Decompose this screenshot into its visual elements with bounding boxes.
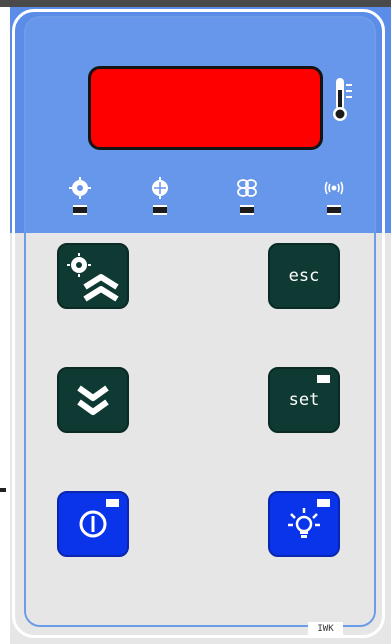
compressor-icon	[69, 177, 91, 199]
led-defrost	[153, 205, 167, 215]
power-icon	[79, 510, 107, 538]
up-compressor-icon	[67, 253, 119, 302]
power-button[interactable]	[57, 491, 129, 557]
edge-mark	[0, 488, 6, 492]
down-button[interactable]	[57, 367, 129, 433]
led-fan	[240, 205, 254, 215]
alarm-icon	[324, 181, 344, 195]
indicator-compressor	[67, 177, 93, 215]
light-button[interactable]	[268, 491, 340, 557]
temperature-display	[88, 66, 323, 150]
esc-button[interactable]: esc	[268, 243, 340, 309]
brand-tag: IWK	[308, 622, 343, 636]
indicator-defrost	[147, 177, 173, 215]
top-bar	[0, 0, 391, 9]
light-bulb-icon	[288, 508, 320, 538]
set-button[interactable]: set	[268, 367, 340, 433]
chevron-down-icon	[77, 385, 109, 415]
set-label: set	[288, 390, 320, 410]
thermometer-icon	[333, 78, 352, 121]
indicator-alarm	[321, 177, 347, 215]
led-alarm	[327, 205, 341, 215]
esc-label: esc	[288, 266, 320, 286]
led-compressor	[73, 205, 87, 215]
fan-icon	[237, 179, 257, 197]
defrost-icon	[152, 177, 168, 199]
light-led	[317, 499, 330, 507]
power-led	[106, 499, 119, 507]
set-led	[317, 375, 330, 383]
indicator-fan	[234, 177, 260, 215]
up-button[interactable]	[57, 243, 129, 309]
